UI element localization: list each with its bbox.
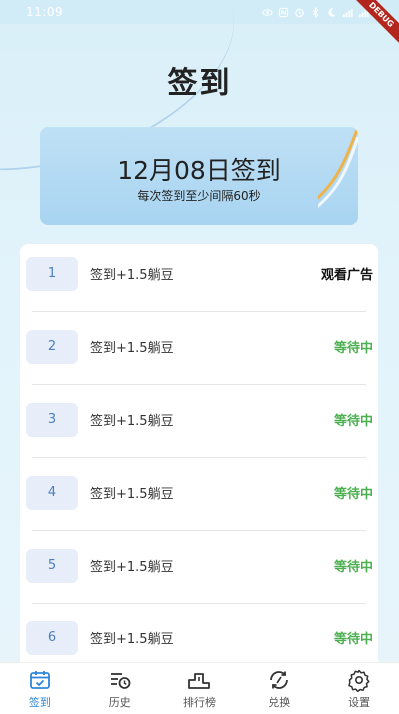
moon-icon [328, 7, 336, 17]
waiting-status: 等待中 [333, 560, 373, 575]
page-title: 签到 [167, 66, 232, 101]
nav-history-label: 历史 [108, 695, 131, 709]
checkin-date: 12月08日签到 [117, 156, 281, 185]
checkin-reward-label: 签到+1.5躺豆 [90, 632, 174, 647]
waiting-status: 等待中 [333, 414, 373, 429]
checkin-row: 4 签到+1.5躺豆 等待中 [20, 463, 378, 531]
date-card: 12月08日签到 每次签到至少间隔60秒 [40, 127, 358, 225]
checkin-row: 2 签到+1.5躺豆 等待中 [20, 317, 378, 385]
checkin-reward-label: 签到+1.5躺豆 [90, 341, 174, 356]
nfc-icon [278, 7, 289, 17]
divider [32, 311, 366, 312]
nav-settings[interactable]: 设置 [324, 668, 394, 710]
nav-leaderboard-label: 排行榜 [182, 695, 216, 709]
checkin-reward-label: 签到+1.5躺豆 [90, 560, 174, 575]
eye-icon [262, 8, 273, 16]
checkin-reward-label: 签到+1.5躺豆 [90, 487, 174, 502]
nav-history[interactable]: 历史 [85, 668, 155, 710]
exchange-icon [270, 670, 289, 689]
checkin-index: 4 [26, 476, 78, 510]
history-icon [110, 672, 131, 689]
divider [32, 457, 366, 458]
checkin-list: 1 签到+1.5躺豆 观看广告 2 签到+1.5躺豆 等待中 3 签到+1.5躺… [20, 244, 378, 674]
signal-icon [342, 8, 353, 17]
checkin-row: 1 签到+1.5躺豆 观看广告 [20, 244, 378, 312]
calendar-check-icon [29, 670, 50, 689]
divider [32, 530, 366, 531]
checkin-reward-label: 签到+1.5躺豆 [90, 268, 174, 283]
checkin-reward-label: 签到+1.5躺豆 [90, 414, 174, 429]
nav-exchange-label: 兑换 [268, 695, 291, 709]
bottom-nav: 签到 历史 排行榜 兑换 设置 [0, 662, 399, 714]
checkin-interval-note: 每次签到至少间隔60秒 [137, 189, 261, 203]
checkin-row: 6 签到+1.5躺豆 等待中 [20, 608, 378, 668]
checkin-index: 2 [26, 330, 78, 364]
checkin-row: 3 签到+1.5躺豆 等待中 [20, 390, 378, 458]
divider [32, 603, 366, 604]
waiting-status: 等待中 [333, 341, 373, 356]
nav-leaderboard[interactable]: 排行榜 [164, 668, 234, 710]
checkin-index: 1 [26, 257, 78, 291]
nav-checkin[interactable]: 签到 [5, 668, 75, 710]
alarm-icon [295, 8, 304, 17]
divider [32, 384, 366, 385]
nav-exchange[interactable]: 兑换 [244, 668, 314, 710]
checkin-index: 5 [26, 549, 78, 583]
waiting-status: 等待中 [333, 487, 373, 502]
gear-icon [348, 669, 370, 692]
waiting-status: 等待中 [333, 632, 373, 647]
leaderboard-icon [188, 672, 211, 689]
watch-ad-button[interactable]: 观看广告 [321, 264, 373, 283]
bluetooth-icon [312, 6, 319, 18]
checkin-row: 5 签到+1.5躺豆 等待中 [20, 536, 378, 604]
nav-checkin-label: 签到 [28, 695, 51, 709]
nav-settings-label: 设置 [348, 695, 371, 709]
checkin-index: 6 [26, 621, 78, 655]
checkin-index: 3 [26, 403, 78, 437]
